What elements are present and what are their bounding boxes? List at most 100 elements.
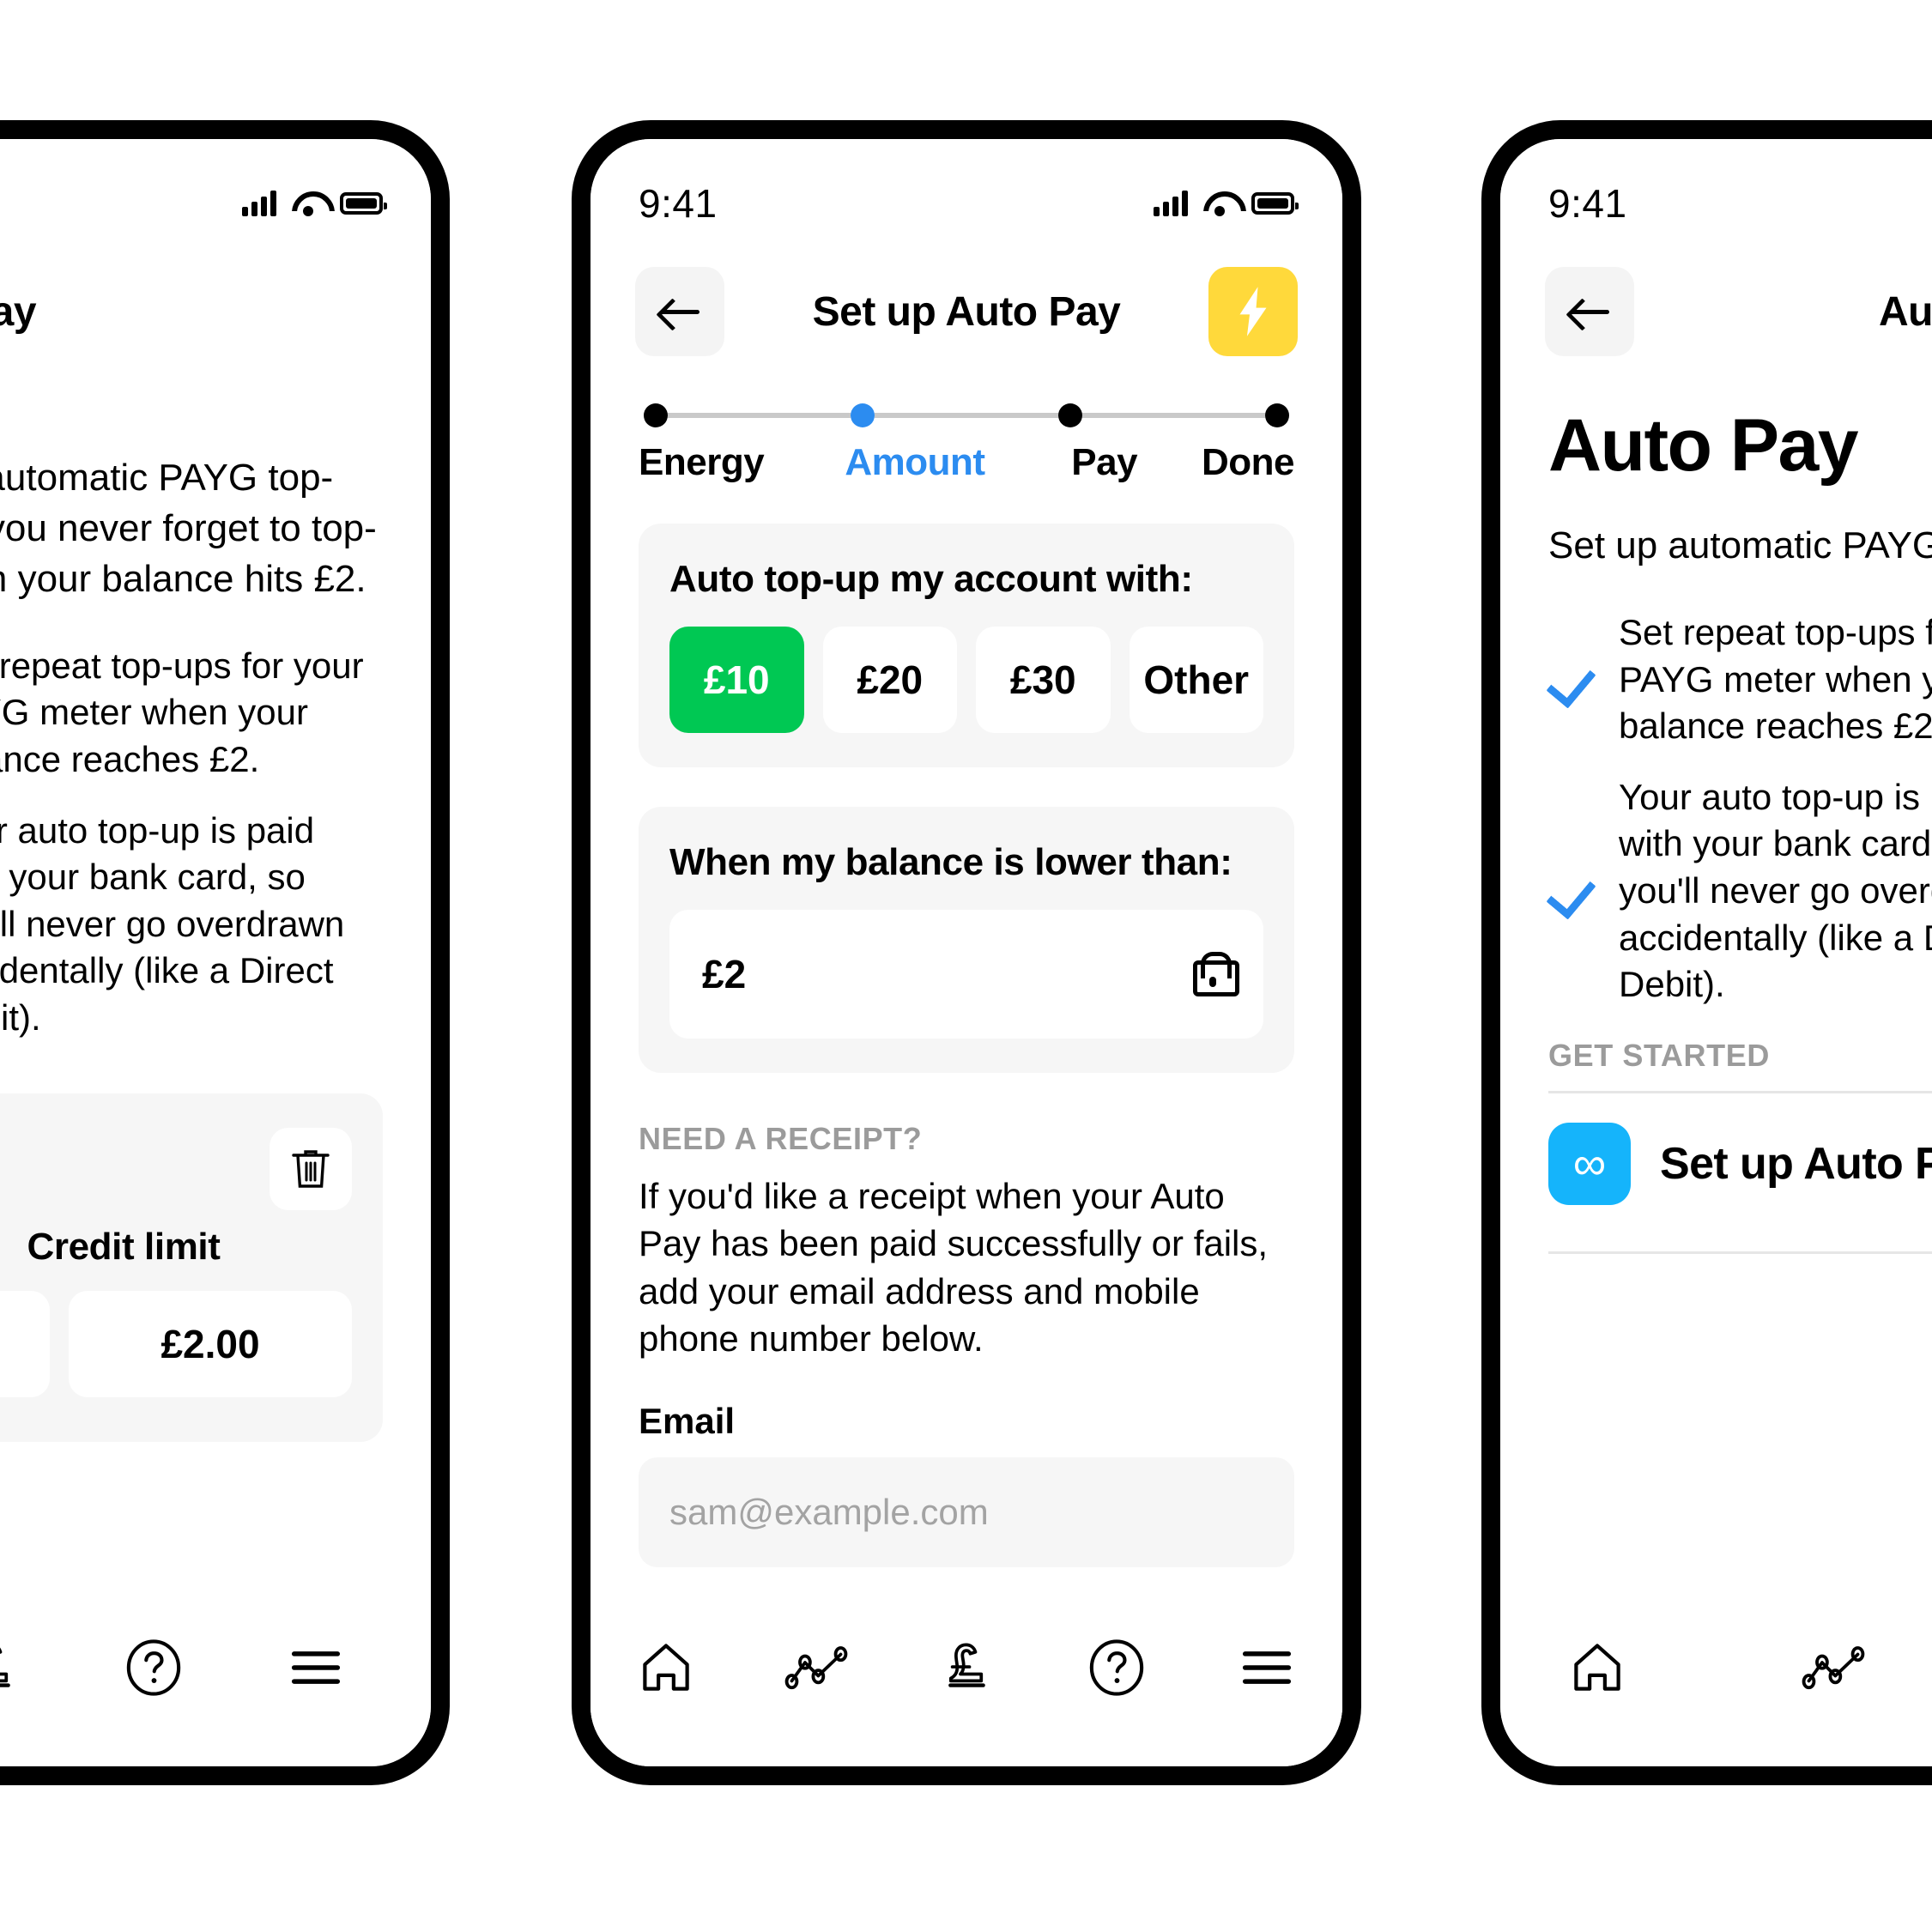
- benefit-item: Your auto top-up is paid with your bank …: [0, 808, 383, 1042]
- benefit-text: Set repeat top-ups for your PAYG meter w…: [0, 645, 364, 780]
- stepper-track: [639, 403, 1294, 427]
- wifi-icon: [1203, 191, 1236, 216]
- amount-option-20[interactable]: £20: [822, 627, 957, 733]
- step-dot-energy[interactable]: [644, 403, 668, 427]
- get-started-label: GET STARTED: [1548, 1037, 1770, 1073]
- credit-limit-label: Credit limit: [27, 1225, 221, 1268]
- list-item-label: Set up Auto Pay: [1660, 1138, 1932, 1189]
- screen-left: Auto Pay Set up automatic PAYG top-ups s…: [0, 139, 431, 1766]
- benefit-text: Set repeat top-ups for your PAYG meter w…: [1619, 611, 1932, 747]
- tab-help[interactable]: [106, 1629, 201, 1706]
- tab-pay[interactable]: [919, 1629, 1014, 1706]
- tab-menu[interactable]: [1220, 1629, 1314, 1706]
- email-input[interactable]: sam@example.com: [639, 1457, 1294, 1567]
- status-bar-left: [0, 139, 431, 242]
- tab-bar-middle: [591, 1578, 1342, 1766]
- menu-icon: [1243, 1651, 1292, 1684]
- wifi-icon: [292, 191, 324, 216]
- nav-title-left: Auto Pay: [0, 288, 37, 335]
- balance-threshold-card: When my balance is lower than: £2: [639, 807, 1294, 1073]
- tab-usage[interactable]: [769, 1629, 863, 1706]
- chart-icon: [784, 1646, 848, 1690]
- content-right: Auto Pay Set up automatic PAYG top-ups s…: [1500, 403, 1932, 1254]
- signal-icon: [242, 191, 276, 216]
- receipt-section-label: NEED A RECEIPT?: [639, 1121, 923, 1156]
- credit-limit-spacer: [0, 1290, 50, 1397]
- amount-option-10[interactable]: £10: [669, 627, 804, 733]
- intro-paragraph: Set up automatic PAYG top-ups so you nev…: [1548, 524, 1932, 566]
- lightning-bolt-icon: [1239, 287, 1267, 336]
- topup-amount-options: £10 £20 £30 Other: [669, 627, 1263, 733]
- step-label-done: Done: [1202, 441, 1295, 483]
- tab-home[interactable]: [619, 1629, 713, 1706]
- topup-amount-card: Auto top-up my account with: £10 £20 £30…: [639, 524, 1294, 767]
- back-button[interactable]: [1545, 267, 1634, 356]
- phone-middle: 9:41 Set up Auto Pay Energy Amount Pay D…: [572, 120, 1361, 1785]
- benefit-text: Your auto top-up is paid with your bank …: [1619, 776, 1932, 1005]
- list-divider-bottom: [1548, 1251, 1932, 1254]
- battery-icon: [1251, 192, 1299, 215]
- status-bar-right: 9:41: [1500, 139, 1932, 242]
- tab-pay[interactable]: [0, 1629, 39, 1706]
- back-arrow-icon: [660, 296, 700, 327]
- infinity-icon: ∞: [1548, 1122, 1631, 1205]
- pound-icon: [948, 1643, 985, 1687]
- check-icon: [1548, 656, 1596, 704]
- step-label-amount: Amount: [845, 441, 985, 483]
- page-title: Auto Pay: [1548, 404, 1859, 487]
- balance-threshold-field: £2: [669, 910, 1263, 1039]
- step-dot-done[interactable]: [1264, 403, 1289, 427]
- back-button[interactable]: [635, 267, 724, 356]
- stepper-line: [1081, 413, 1265, 418]
- nav-bar-left: Auto Pay: [0, 242, 431, 359]
- nav-title-right: Auto Pay: [1878, 288, 1932, 335]
- content-left: Set up automatic PAYG top-ups so you nev…: [0, 453, 431, 1442]
- status-icons: [1154, 191, 1299, 216]
- credit-limit-value[interactable]: £2.00: [69, 1290, 352, 1397]
- tab-home[interactable]: [1552, 1629, 1642, 1706]
- check-icon: [1548, 867, 1596, 915]
- list-item-set-up-auto-pay[interactable]: ∞ Set up Auto Pay: [1548, 1093, 1932, 1234]
- tab-menu[interactable]: [269, 1629, 363, 1706]
- tab-bar-left: [0, 1578, 431, 1766]
- phone-left: Auto Pay Set up automatic PAYG top-ups s…: [0, 120, 450, 1785]
- step-label-energy: Energy: [639, 441, 765, 483]
- status-time: 9:41: [1548, 181, 1627, 226]
- screenshot-canvas: Auto Pay Set up automatic PAYG top-ups s…: [0, 0, 1932, 1932]
- amount-option-other[interactable]: Other: [1129, 627, 1263, 733]
- lock-icon: [1193, 952, 1239, 996]
- lightning-button[interactable]: [1208, 267, 1298, 356]
- topup-amount-title: Auto top-up my account with:: [669, 558, 1193, 600]
- chart-icon: [1802, 1646, 1865, 1690]
- stepper-line: [668, 413, 851, 418]
- home-icon: [1573, 1644, 1620, 1691]
- help-icon: [126, 1639, 181, 1696]
- back-arrow-icon: [1570, 296, 1609, 327]
- help-icon: [1089, 1639, 1144, 1696]
- step-dot-pay[interactable]: [1057, 403, 1082, 427]
- screen-setup-auto-pay: 9:41 Set up Auto Pay Energy Amount Pay D…: [591, 139, 1342, 1766]
- benefits-list: Set repeat top-ups for your PAYG meter w…: [1548, 609, 1932, 1008]
- amount-option-30[interactable]: £30: [976, 627, 1111, 733]
- nav-bar-middle: Set up Auto Pay: [591, 242, 1342, 359]
- progress-stepper: Energy Amount Pay Done: [591, 359, 1342, 484]
- benefit-item: Set repeat top-ups for your PAYG meter w…: [1548, 609, 1932, 750]
- trash-icon: [292, 1149, 330, 1188]
- credit-limit-card: Credit limit £2.00: [0, 1093, 383, 1442]
- signal-icon: [1154, 191, 1188, 216]
- nav-bar-right: Auto Pay: [1500, 242, 1932, 359]
- step-dot-amount[interactable]: [851, 403, 875, 427]
- status-time: 9:41: [639, 181, 718, 226]
- tab-help[interactable]: [1069, 1629, 1164, 1706]
- intro-paragraph-left: Set up automatic PAYG top-ups so you nev…: [0, 457, 377, 600]
- phone-right: 9:41 Auto Pay Auto Pay Set up automatic …: [1481, 120, 1932, 1785]
- tab-usage[interactable]: [1788, 1629, 1878, 1706]
- balance-threshold-value: £2: [702, 952, 747, 996]
- benefits-list-left: Set repeat top-ups for your PAYG meter w…: [0, 643, 383, 1042]
- screen-auto-pay-intro: 9:41 Auto Pay Auto Pay Set up automatic …: [1500, 139, 1932, 1766]
- stepper-line: [875, 413, 1058, 418]
- home-icon: [642, 1644, 689, 1691]
- delete-button[interactable]: [270, 1127, 352, 1210]
- email-label: Email: [639, 1400, 736, 1441]
- status-icons: [242, 191, 387, 216]
